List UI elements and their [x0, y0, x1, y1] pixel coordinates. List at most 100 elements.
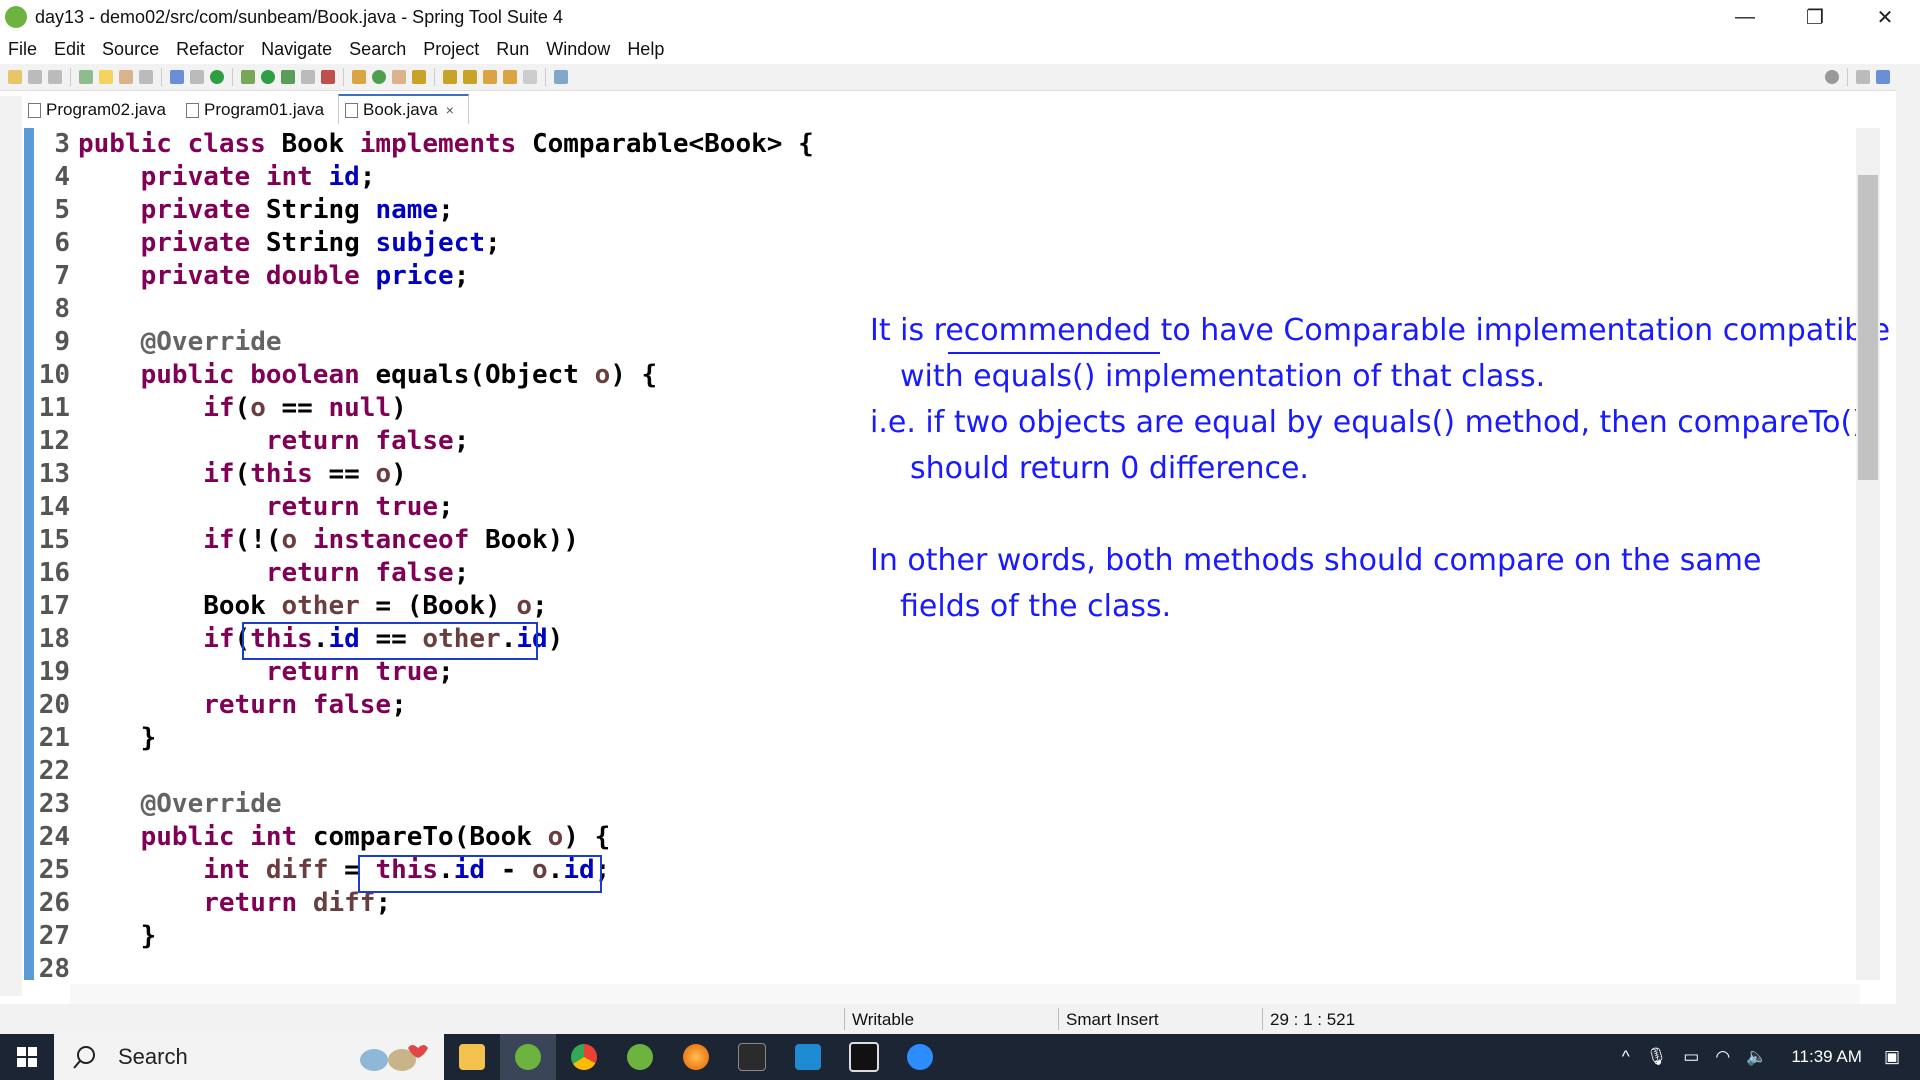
open-type-icon[interactable]	[392, 70, 406, 84]
code-line[interactable]: 11 if(o == null)	[36, 392, 407, 425]
menu-source[interactable]: Source	[94, 39, 168, 60]
close-window-button[interactable]: ✕	[1850, 0, 1920, 34]
code-line[interactable]: 14 return true;	[36, 491, 454, 524]
zoom-icon[interactable]	[892, 1034, 948, 1080]
open-perspective-icon[interactable]	[1856, 70, 1870, 84]
code-line[interactable]: 7 private double price;	[36, 260, 469, 293]
vertical-scroll-thumb[interactable]	[1858, 175, 1878, 480]
pin-editor-icon[interactable]	[554, 70, 568, 84]
code-line[interactable]: 8	[36, 293, 78, 326]
tab-program01[interactable]: Program01.java	[180, 96, 338, 124]
last-edit-icon[interactable]	[483, 70, 497, 84]
code-line[interactable]: 28	[36, 953, 78, 986]
cursor-position[interactable]: 29 : 1 : 521	[1270, 1010, 1355, 1030]
tab-label: Program01.java	[204, 100, 325, 119]
notifications-icon[interactable]: ▣	[1884, 1047, 1900, 1067]
minimize-button[interactable]: —	[1710, 0, 1780, 34]
skip-breakpoints-icon[interactable]	[190, 70, 204, 84]
code-line[interactable]: 15 if(!(o instanceof Book))	[36, 524, 579, 557]
console-icon[interactable]	[170, 70, 184, 84]
code-line[interactable]: 4 private int id;	[36, 161, 375, 194]
toggle-block-icon[interactable]	[119, 70, 133, 84]
code-line[interactable]: 19 return true;	[36, 656, 454, 689]
firefox-icon[interactable]	[668, 1034, 724, 1080]
code-line[interactable]: 26 return diff;	[36, 887, 391, 920]
spring-tool-suite-2-icon[interactable]	[612, 1034, 668, 1080]
code-line[interactable]: 13 if(this == o)	[36, 458, 407, 491]
save-all-icon[interactable]	[48, 70, 62, 84]
app-window-icon[interactable]	[836, 1034, 892, 1080]
code-line[interactable]: 23 @Override	[36, 788, 282, 821]
code-line[interactable]: 9 @Override	[36, 326, 281, 359]
next-annotation-icon[interactable]	[443, 70, 457, 84]
save-icon[interactable]	[28, 70, 42, 84]
forward-icon[interactable]	[523, 70, 537, 84]
search-tool-icon[interactable]	[412, 70, 426, 84]
menu-window[interactable]: Window	[538, 39, 619, 60]
close-tab-icon[interactable]: ×	[446, 102, 454, 118]
code-token: )	[391, 393, 407, 423]
menu-run[interactable]: Run	[488, 39, 538, 60]
menu-navigate[interactable]: Navigate	[253, 39, 341, 60]
terminate-icon[interactable]	[321, 70, 335, 84]
code-line[interactable]: 27 }	[36, 920, 157, 953]
code-line[interactable]: 24 public int compareTo(Book o) {	[36, 821, 611, 854]
boot-dashboard-icon[interactable]	[210, 70, 224, 84]
wifi-icon[interactable]: ◠	[1715, 1047, 1730, 1067]
clock[interactable]: 11:39 AM	[1791, 1047, 1862, 1067]
menu-edit[interactable]: Edit	[46, 39, 94, 60]
code-token: implements	[359, 129, 532, 159]
previous-annotation-icon[interactable]	[463, 70, 477, 84]
code-line[interactable]: 20 return false;	[36, 689, 407, 722]
code-text: return diff;	[70, 887, 391, 920]
run-icon[interactable]	[261, 70, 275, 84]
code-line[interactable]: 6 private String subject;	[36, 227, 500, 260]
tab-program02[interactable]: Program02.java	[22, 96, 180, 124]
code-text: private double price;	[70, 260, 470, 293]
editor-gutter	[24, 128, 34, 980]
menu-search[interactable]: Search	[341, 39, 415, 60]
toggle-mark-icon[interactable]	[99, 70, 113, 84]
code-line[interactable]: 3 public class Book implements Comparable…	[36, 128, 813, 161]
menu-file[interactable]: File	[0, 39, 46, 60]
code-line[interactable]: 21 }	[36, 722, 157, 755]
show-whitespace-icon[interactable]	[139, 70, 153, 84]
battery-icon[interactable]: ▭	[1683, 1047, 1699, 1067]
menu-refactor[interactable]: Refactor	[168, 39, 253, 60]
menu-project[interactable]: Project	[415, 39, 488, 60]
coverage-icon[interactable]	[281, 70, 295, 84]
code-line[interactable]: 16 return false;	[36, 557, 470, 590]
spring-tool-suite-taskbar-icon[interactable]	[500, 1034, 556, 1080]
taskbar-search[interactable]: Search	[54, 1034, 444, 1080]
new-icon[interactable]	[8, 70, 22, 84]
chrome-icon[interactable]	[556, 1034, 612, 1080]
start-button[interactable]	[0, 1034, 54, 1080]
file-explorer-icon[interactable]	[444, 1034, 500, 1080]
code-line[interactable]: 12 return false;	[36, 425, 470, 458]
java-perspective-icon[interactable]	[1876, 70, 1890, 84]
debug-icon[interactable]	[241, 70, 255, 84]
restore-button[interactable]: ❐	[1780, 0, 1850, 34]
tab-book[interactable]: Book.java ×	[338, 94, 469, 124]
back-icon[interactable]	[503, 70, 517, 84]
code-line[interactable]: 5 private String name;	[36, 194, 453, 227]
code-line[interactable]: 17 Book other = (Book) o;	[36, 590, 548, 623]
code-line[interactable]: 22	[36, 755, 78, 788]
chevron-up-icon[interactable]: ^	[1622, 1047, 1630, 1067]
insert-mode-status[interactable]: Smart Insert	[1066, 1010, 1159, 1030]
line-number: 8	[54, 294, 70, 324]
menu-help[interactable]: Help	[619, 39, 673, 60]
volume-icon[interactable]: 🔈	[1746, 1047, 1767, 1067]
spring-boot-icon[interactable]	[79, 70, 93, 84]
new-class-icon[interactable]	[372, 70, 386, 84]
new-package-icon[interactable]	[352, 70, 366, 84]
vscode-icon[interactable]	[780, 1034, 836, 1080]
external-tools-icon[interactable]	[301, 70, 315, 84]
terminal-icon[interactable]	[724, 1034, 780, 1080]
search-icon[interactable]	[1825, 70, 1839, 84]
horizontal-scrollbar[interactable]	[70, 984, 1860, 1004]
microphone-icon[interactable]: 🎙	[1646, 1047, 1668, 1067]
code-line[interactable]: 10 public boolean equals(Object o) {	[36, 359, 658, 392]
